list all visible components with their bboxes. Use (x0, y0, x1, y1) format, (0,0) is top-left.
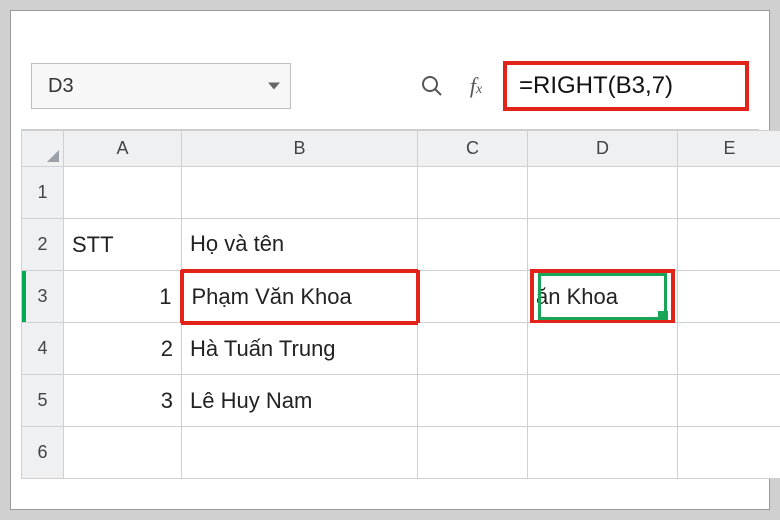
cell[interactable] (64, 167, 182, 219)
row-header[interactable]: 5 (22, 375, 64, 427)
row-6: 6 (22, 427, 780, 479)
row-header[interactable]: 6 (22, 427, 64, 479)
col-header-a[interactable]: A (64, 131, 182, 167)
col-header-b[interactable]: B (182, 131, 418, 167)
row-header[interactable]: 4 (22, 323, 64, 375)
cell[interactable] (418, 219, 528, 271)
cell[interactable] (418, 323, 528, 375)
cell-b3-highlight[interactable]: Phạm Văn Khoa (182, 271, 418, 323)
cell[interactable] (182, 167, 418, 219)
zoom-icon[interactable] (415, 69, 449, 103)
cell[interactable]: 1 (64, 271, 182, 323)
cell[interactable] (678, 271, 780, 323)
cell[interactable]: STT (64, 219, 182, 271)
cell[interactable] (418, 271, 528, 323)
row-1: 1 (22, 167, 780, 219)
cell[interactable] (418, 375, 528, 427)
cell[interactable] (182, 427, 418, 479)
cell[interactable] (528, 323, 678, 375)
name-box[interactable]: D3 (31, 63, 291, 109)
row-2: 2 STT Họ và tên (22, 219, 780, 271)
spreadsheet-window: D3 fx =RIGHT(B3,7) A B (10, 10, 770, 510)
cell[interactable] (678, 219, 780, 271)
row-5: 5 3 Lê Huy Nam (22, 375, 780, 427)
cell[interactable]: Hà Tuấn Trung (182, 323, 418, 375)
row-header[interactable]: 1 (22, 167, 64, 219)
fx-icon[interactable]: fx (459, 69, 493, 103)
cell-value: ăn Khoa (536, 284, 618, 310)
cell[interactable] (678, 427, 780, 479)
formula-highlight: =RIGHT(B3,7) (503, 61, 749, 111)
formula-bar: D3 fx =RIGHT(B3,7) (21, 47, 759, 130)
col-header-c[interactable]: C (418, 131, 528, 167)
row-3: 3 1 Phạm Văn Khoa ăn Khoa (22, 271, 780, 323)
formula-input[interactable]: =RIGHT(B3,7) (511, 67, 741, 105)
cell[interactable] (528, 219, 678, 271)
row-4: 4 2 Hà Tuấn Trung (22, 323, 780, 375)
row-header-active[interactable]: 3 (22, 271, 64, 323)
cell[interactable] (418, 427, 528, 479)
cell[interactable] (528, 375, 678, 427)
cell[interactable]: 2 (64, 323, 182, 375)
col-header-d[interactable]: D (528, 131, 678, 167)
cell[interactable]: Lê Huy Nam (182, 375, 418, 427)
cell[interactable] (418, 167, 528, 219)
cell[interactable]: Họ và tên (182, 219, 418, 271)
formula-text: =RIGHT(B3,7) (519, 72, 673, 100)
cell[interactable] (528, 167, 678, 219)
cell[interactable]: 3 (64, 375, 182, 427)
row-header[interactable]: 2 (22, 219, 64, 271)
name-box-value: D3 (48, 75, 74, 98)
col-header-e[interactable]: E (678, 131, 780, 167)
cell[interactable] (528, 427, 678, 479)
cell-d3-active[interactable]: ăn Khoa (528, 271, 678, 323)
cell[interactable] (678, 323, 780, 375)
spreadsheet-grid[interactable]: A B C D E 1 2 STT (21, 130, 759, 479)
cell[interactable] (678, 375, 780, 427)
chevron-down-icon[interactable] (268, 83, 280, 90)
cell[interactable] (678, 167, 780, 219)
select-all-corner[interactable] (22, 131, 64, 167)
cell[interactable] (64, 427, 182, 479)
